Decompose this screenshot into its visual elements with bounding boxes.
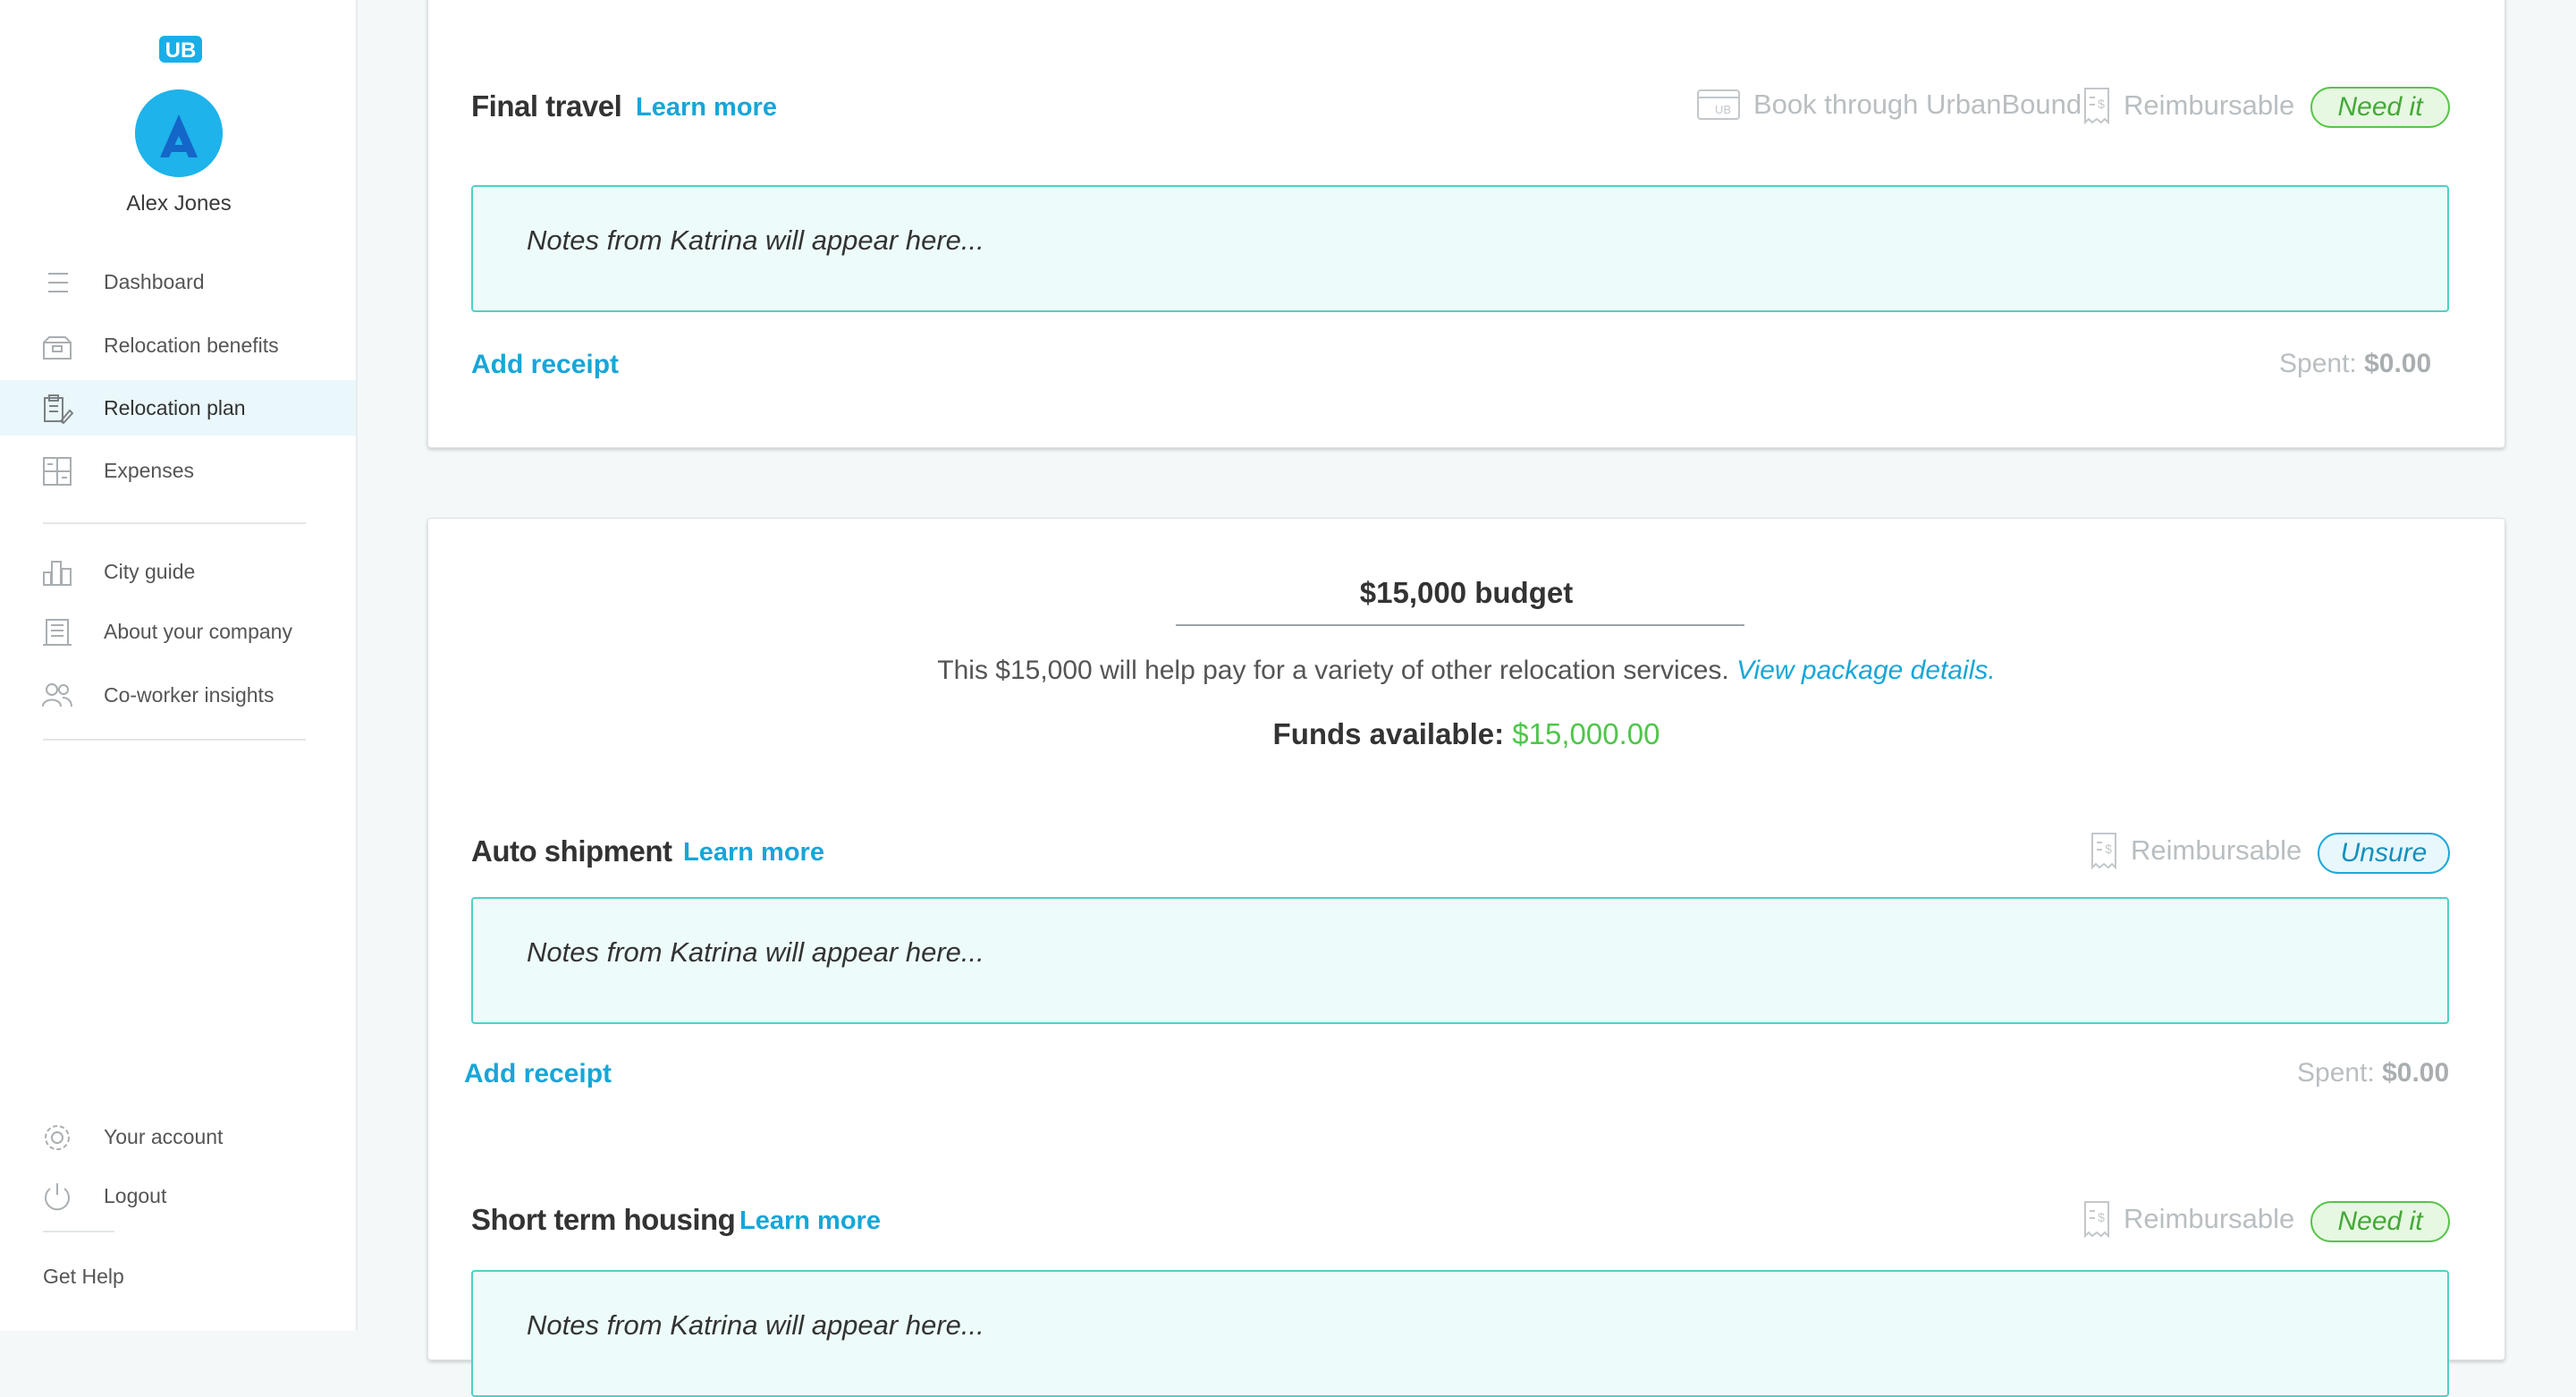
nav-item-logout[interactable]: Logout <box>0 1168 356 1223</box>
receipt-icon: $ <box>2091 833 2116 869</box>
nav-item-city-guide[interactable]: City guide <box>0 544 356 599</box>
ub-booking-icon: UB <box>1697 89 1740 120</box>
book-through-urbanbound[interactable]: UB Book through UrbanBound <box>1696 87 2082 123</box>
nav-label: Relocation plan <box>104 395 246 419</box>
avatar[interactable] <box>135 89 223 177</box>
nav-item-expenses[interactable]: Expenses <box>0 443 356 498</box>
nav-item-dashboard[interactable]: Dashboard <box>0 254 356 309</box>
spent-amount: Spent: $0.00 <box>2279 349 2431 379</box>
nav-item-about-your-company[interactable]: About your company <box>0 604 356 659</box>
reimbursable-label: Reimbursable <box>2124 1203 2295 1234</box>
reimbursable-label: Reimbursable <box>2124 89 2295 121</box>
nav-label: Expenses <box>104 458 195 482</box>
calculator-icon <box>43 457 72 486</box>
nav-item-your-account[interactable]: Your account <box>0 1109 356 1164</box>
funds-available: Funds available: $15,000.00 <box>428 717 2504 751</box>
learn-more-link[interactable]: Learn more <box>739 1206 881 1236</box>
view-package-details-link[interactable]: View package details. <box>1736 656 1996 685</box>
avatar-image <box>135 89 223 177</box>
budget-title: $15,000 budget <box>1359 576 1574 609</box>
clipboard-pencil-icon <box>44 394 73 425</box>
people-icon <box>42 683 72 707</box>
add-receipt-button[interactable]: Add receipt <box>471 350 619 380</box>
city-icon <box>43 561 72 586</box>
notes-placeholder: Notes from Katrina will appear here... <box>527 936 984 968</box>
reimbursable-label: Reimbursable <box>2131 834 2302 866</box>
notes-box[interactable]: Notes from Katrina will appear here... <box>471 897 2449 1024</box>
svg-text:$: $ <box>2105 842 2112 856</box>
nav-label: Relocation benefits <box>104 333 279 357</box>
svg-text:UB: UB <box>165 38 197 63</box>
nav-label: Dashboard <box>104 269 205 293</box>
spent-value: $0.00 <box>2364 349 2432 378</box>
budget-card: $15,000 budget This $15,000 will help pa… <box>427 518 2505 1397</box>
sidebar: UB Alex Jones Dashboard Relocation benef… <box>0 0 358 1331</box>
status-pill-need-it[interactable]: Need it <box>2310 1201 2450 1242</box>
service-title: Short term housing <box>471 1203 736 1236</box>
user-name: Alex Jones <box>126 191 232 216</box>
help-divider <box>43 1231 114 1232</box>
budget-description: This $15,000 will help pay for a variety… <box>428 656 2504 686</box>
list-icon <box>48 273 68 292</box>
reimbursable-indicator: $ Reimbursable <box>2082 1200 2294 1238</box>
final-travel-card: Final travel Learn more UB Book through … <box>427 0 2505 448</box>
urbanbound-logo[interactable]: UB <box>159 34 202 64</box>
svg-text:$: $ <box>2098 1210 2105 1224</box>
svg-text:UB: UB <box>1715 103 1731 116</box>
get-help-link[interactable]: Get Help <box>43 1265 124 1289</box>
budget-description-text: This $15,000 will help pay for a variety… <box>937 656 1729 685</box>
nav-label: Co-worker insights <box>104 682 274 707</box>
nav-divider <box>43 522 306 524</box>
budget-title-underline <box>1176 624 1744 626</box>
gear-icon <box>45 1125 70 1150</box>
spent-value: $0.00 <box>2382 1058 2450 1088</box>
nav-label: About your company <box>104 619 292 643</box>
funds-value: $15,000.00 <box>1512 717 1660 750</box>
notes-box[interactable]: Notes from Katrina will appear here... <box>471 1270 2449 1397</box>
building-icon <box>43 619 72 646</box>
nav-label: City guide <box>104 559 196 583</box>
nav-item-relocation-benefits[interactable]: Relocation benefits <box>0 318 356 373</box>
status-pill-unsure[interactable]: Unsure <box>2318 833 2450 874</box>
spent-label: Spent: <box>2279 349 2357 378</box>
nav-label: Logout <box>104 1183 167 1207</box>
notes-box[interactable]: Notes from Katrina will appear here... <box>471 185 2449 312</box>
power-icon <box>45 1183 70 1211</box>
reimbursable-indicator: $ Reimbursable <box>2090 832 2302 869</box>
nav-item-co-worker-insights[interactable]: Co-worker insights <box>0 667 356 723</box>
svg-text:$: $ <box>2098 97 2105 111</box>
receipt-icon: $ <box>2084 88 2109 124</box>
nav-item-relocation-plan[interactable]: Relocation plan <box>0 380 356 436</box>
funds-label: Funds available: <box>1272 717 1505 750</box>
notes-placeholder: Notes from Katrina will appear here... <box>527 1309 984 1341</box>
book-label: Book through UrbanBound <box>1753 89 2082 120</box>
spent-label: Spent: <box>2297 1058 2375 1088</box>
gift-box-icon <box>43 336 72 360</box>
learn-more-link[interactable]: Learn more <box>636 93 777 123</box>
status-pill-need-it[interactable]: Need it <box>2310 87 2450 128</box>
nav-label: Your account <box>104 1124 224 1148</box>
service-title: Auto shipment <box>471 834 672 868</box>
service-title: Final travel <box>471 89 622 123</box>
add-receipt-button[interactable]: Add receipt <box>464 1059 612 1089</box>
nav-divider <box>43 739 306 741</box>
spent-amount: Spent: $0.00 <box>2297 1058 2449 1088</box>
learn-more-link[interactable]: Learn more <box>683 838 824 868</box>
notes-placeholder: Notes from Katrina will appear here... <box>527 224 984 256</box>
reimbursable-indicator: $ Reimbursable <box>2082 87 2294 124</box>
receipt-icon: $ <box>2084 1201 2109 1238</box>
